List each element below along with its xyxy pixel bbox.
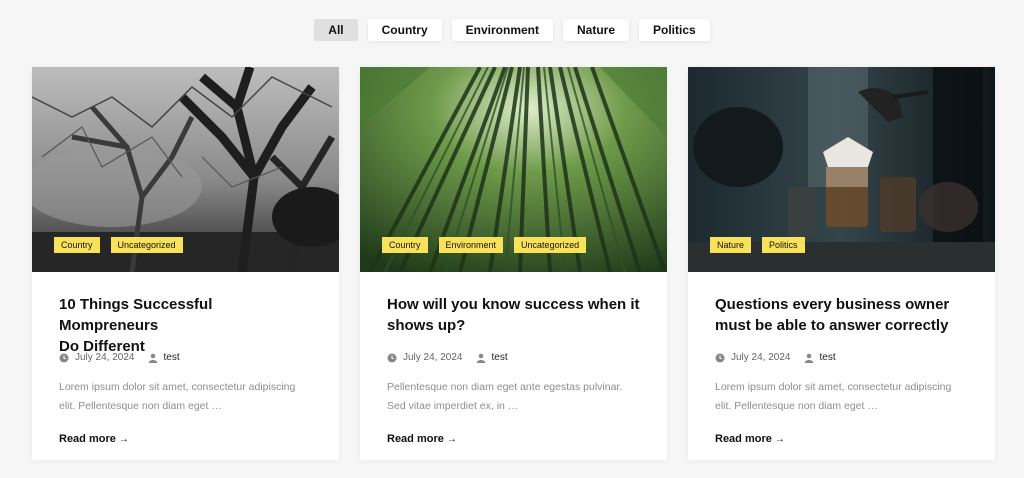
post-title[interactable]: Questions every business owner must be a…: [715, 294, 968, 336]
arrow-right-icon: →: [118, 433, 129, 445]
clock-icon: [59, 353, 69, 362]
arrow-right-icon: →: [774, 433, 785, 445]
excerpt-line: Lorem ipsum dolor sit amet, consectetur …: [59, 381, 296, 393]
post-title-line: must be able to answer correctly: [715, 317, 949, 334]
read-more-link[interactable]: Read more →: [715, 433, 785, 445]
excerpt-line: Pellentesque non diam eget ante egestas …: [387, 381, 623, 393]
read-more-label: Read more: [715, 433, 772, 445]
read-more-link[interactable]: Read more →: [59, 433, 129, 445]
filter-all-button[interactable]: All: [314, 19, 358, 41]
post-title[interactable]: 10 Things Successful Mompreneurs Do Diff…: [59, 294, 312, 355]
post-thumbnail[interactable]: Nature Politics: [688, 67, 995, 272]
clock-icon: [715, 353, 725, 362]
post-date: July 24, 2024: [75, 352, 135, 363]
post-meta: July 24, 2024 test: [59, 352, 312, 363]
filter-nature-button[interactable]: Nature: [562, 19, 629, 41]
tag-badge[interactable]: Nature: [710, 237, 752, 253]
post-date: July 24, 2024: [731, 352, 791, 363]
post-title-line: How will you know success when it: [387, 296, 640, 313]
user-icon: [148, 353, 157, 363]
post-author[interactable]: test: [164, 352, 180, 363]
post-title-line: Questions every business owner: [715, 296, 950, 313]
post-card: Country Environment Uncategorized How wi…: [360, 67, 667, 460]
filter-politics-button[interactable]: Politics: [639, 19, 710, 41]
post-thumbnail[interactable]: Country Environment Uncategorized: [360, 67, 667, 272]
read-more-link[interactable]: Read more →: [387, 433, 457, 445]
clock-icon: [387, 353, 397, 362]
excerpt-line: elit. Pellentesque non diam eget …: [59, 400, 222, 412]
post-title-line: 10 Things Successful Mompreneurs: [59, 296, 213, 334]
tag-badge[interactable]: Uncategorized: [514, 237, 587, 253]
post-date: July 24, 2024: [403, 352, 463, 363]
tag-badge[interactable]: Country: [382, 237, 428, 253]
excerpt-line: Lorem ipsum dolor sit amet, consectetur …: [715, 381, 952, 393]
post-excerpt: Pellentesque non diam eget ante egestas …: [387, 378, 640, 416]
post-tags: Country Uncategorized: [54, 237, 183, 253]
post-meta: July 24, 2024 test: [715, 352, 968, 363]
tag-badge[interactable]: Environment: [438, 237, 504, 253]
user-icon: [804, 353, 813, 363]
post-excerpt: Lorem ipsum dolor sit amet, consectetur …: [59, 378, 312, 416]
post-card: Nature Politics Questions every business…: [688, 67, 995, 460]
read-more-label: Read more: [387, 433, 444, 445]
excerpt-line: Sed vitae imperdiet ex, in …: [387, 400, 519, 412]
post-meta: July 24, 2024 test: [387, 352, 640, 363]
tag-badge[interactable]: Politics: [762, 237, 805, 253]
post-excerpt: Lorem ipsum dolor sit amet, consectetur …: [715, 378, 968, 416]
category-filter-bar: All Country Environment Nature Politics: [0, 19, 1024, 41]
tag-badge[interactable]: Uncategorized: [110, 237, 183, 253]
post-tags: Country Environment Uncategorized: [382, 237, 587, 253]
post-thumbnail[interactable]: Country Uncategorized: [32, 67, 339, 272]
arrow-right-icon: →: [446, 433, 457, 445]
user-icon: [476, 353, 485, 363]
filter-environment-button[interactable]: Environment: [451, 19, 553, 41]
read-more-label: Read more: [59, 433, 116, 445]
excerpt-line: elit. Pellentesque non diam eget …: [715, 400, 878, 412]
post-author[interactable]: test: [820, 352, 836, 363]
filter-country-button[interactable]: Country: [367, 19, 442, 41]
post-author[interactable]: test: [492, 352, 508, 363]
post-tags: Nature Politics: [710, 237, 805, 253]
post-card: Country Uncategorized 10 Things Successf…: [32, 67, 339, 460]
tag-badge[interactable]: Country: [54, 237, 100, 253]
post-title-line: shows up?: [387, 317, 466, 334]
post-title[interactable]: How will you know success when it shows …: [387, 294, 640, 336]
